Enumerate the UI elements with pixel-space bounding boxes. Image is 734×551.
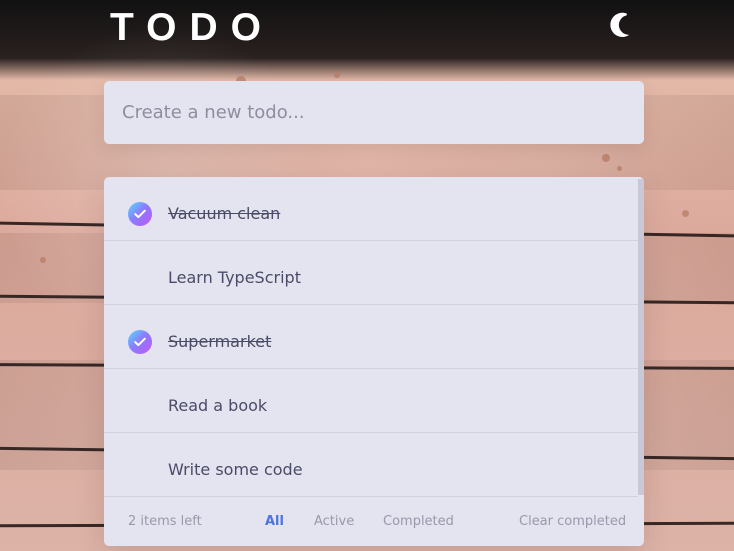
new-todo-field[interactable] <box>104 81 644 144</box>
todo-panel: Vacuum clean Learn TypeScript Supermarke… <box>104 177 644 546</box>
check-icon <box>134 337 146 347</box>
todo-text[interactable]: Read a book <box>168 397 267 415</box>
background-spot <box>682 210 689 217</box>
background-spot <box>617 166 622 171</box>
todo-item[interactable]: Learn TypeScript <box>104 241 638 305</box>
background-spot <box>602 154 610 162</box>
background-spot <box>334 72 340 78</box>
todo-checkbox[interactable] <box>128 202 152 226</box>
todo-checkbox[interactable] <box>128 394 152 418</box>
theme-toggle-button[interactable] <box>609 11 637 39</box>
todo-item[interactable]: Vacuum clean <box>104 177 638 241</box>
filter-active[interactable]: Active <box>314 514 354 529</box>
todo-item[interactable]: Write some code <box>104 433 638 497</box>
moon-icon <box>610 12 630 38</box>
scrollbar-thumb[interactable] <box>638 179 644 495</box>
todo-footer: 2 items left All Active Completed Clear … <box>104 497 644 546</box>
todo-list: Vacuum clean Learn TypeScript Supermarke… <box>104 177 638 497</box>
filter-all[interactable]: All <box>265 514 284 529</box>
todo-checkbox[interactable] <box>128 330 152 354</box>
todo-checkbox[interactable] <box>128 458 152 482</box>
todo-checkbox[interactable] <box>128 266 152 290</box>
app-title: TODO <box>110 6 274 49</box>
scrollbar[interactable] <box>638 177 644 497</box>
todo-text[interactable]: Vacuum clean <box>168 205 280 223</box>
todo-text[interactable]: Learn TypeScript <box>168 269 301 287</box>
todo-item[interactable]: Supermarket <box>104 305 638 369</box>
new-todo-input[interactable] <box>120 101 644 124</box>
todo-text[interactable]: Supermarket <box>168 333 271 351</box>
todo-item[interactable]: Read a book <box>104 369 638 433</box>
background-spot <box>40 257 46 263</box>
filter-completed[interactable]: Completed <box>383 514 454 529</box>
items-left-count: 2 items left <box>128 514 202 529</box>
todo-text[interactable]: Write some code <box>168 461 303 479</box>
check-icon <box>134 209 146 219</box>
clear-completed-button[interactable]: Clear completed <box>519 514 626 529</box>
